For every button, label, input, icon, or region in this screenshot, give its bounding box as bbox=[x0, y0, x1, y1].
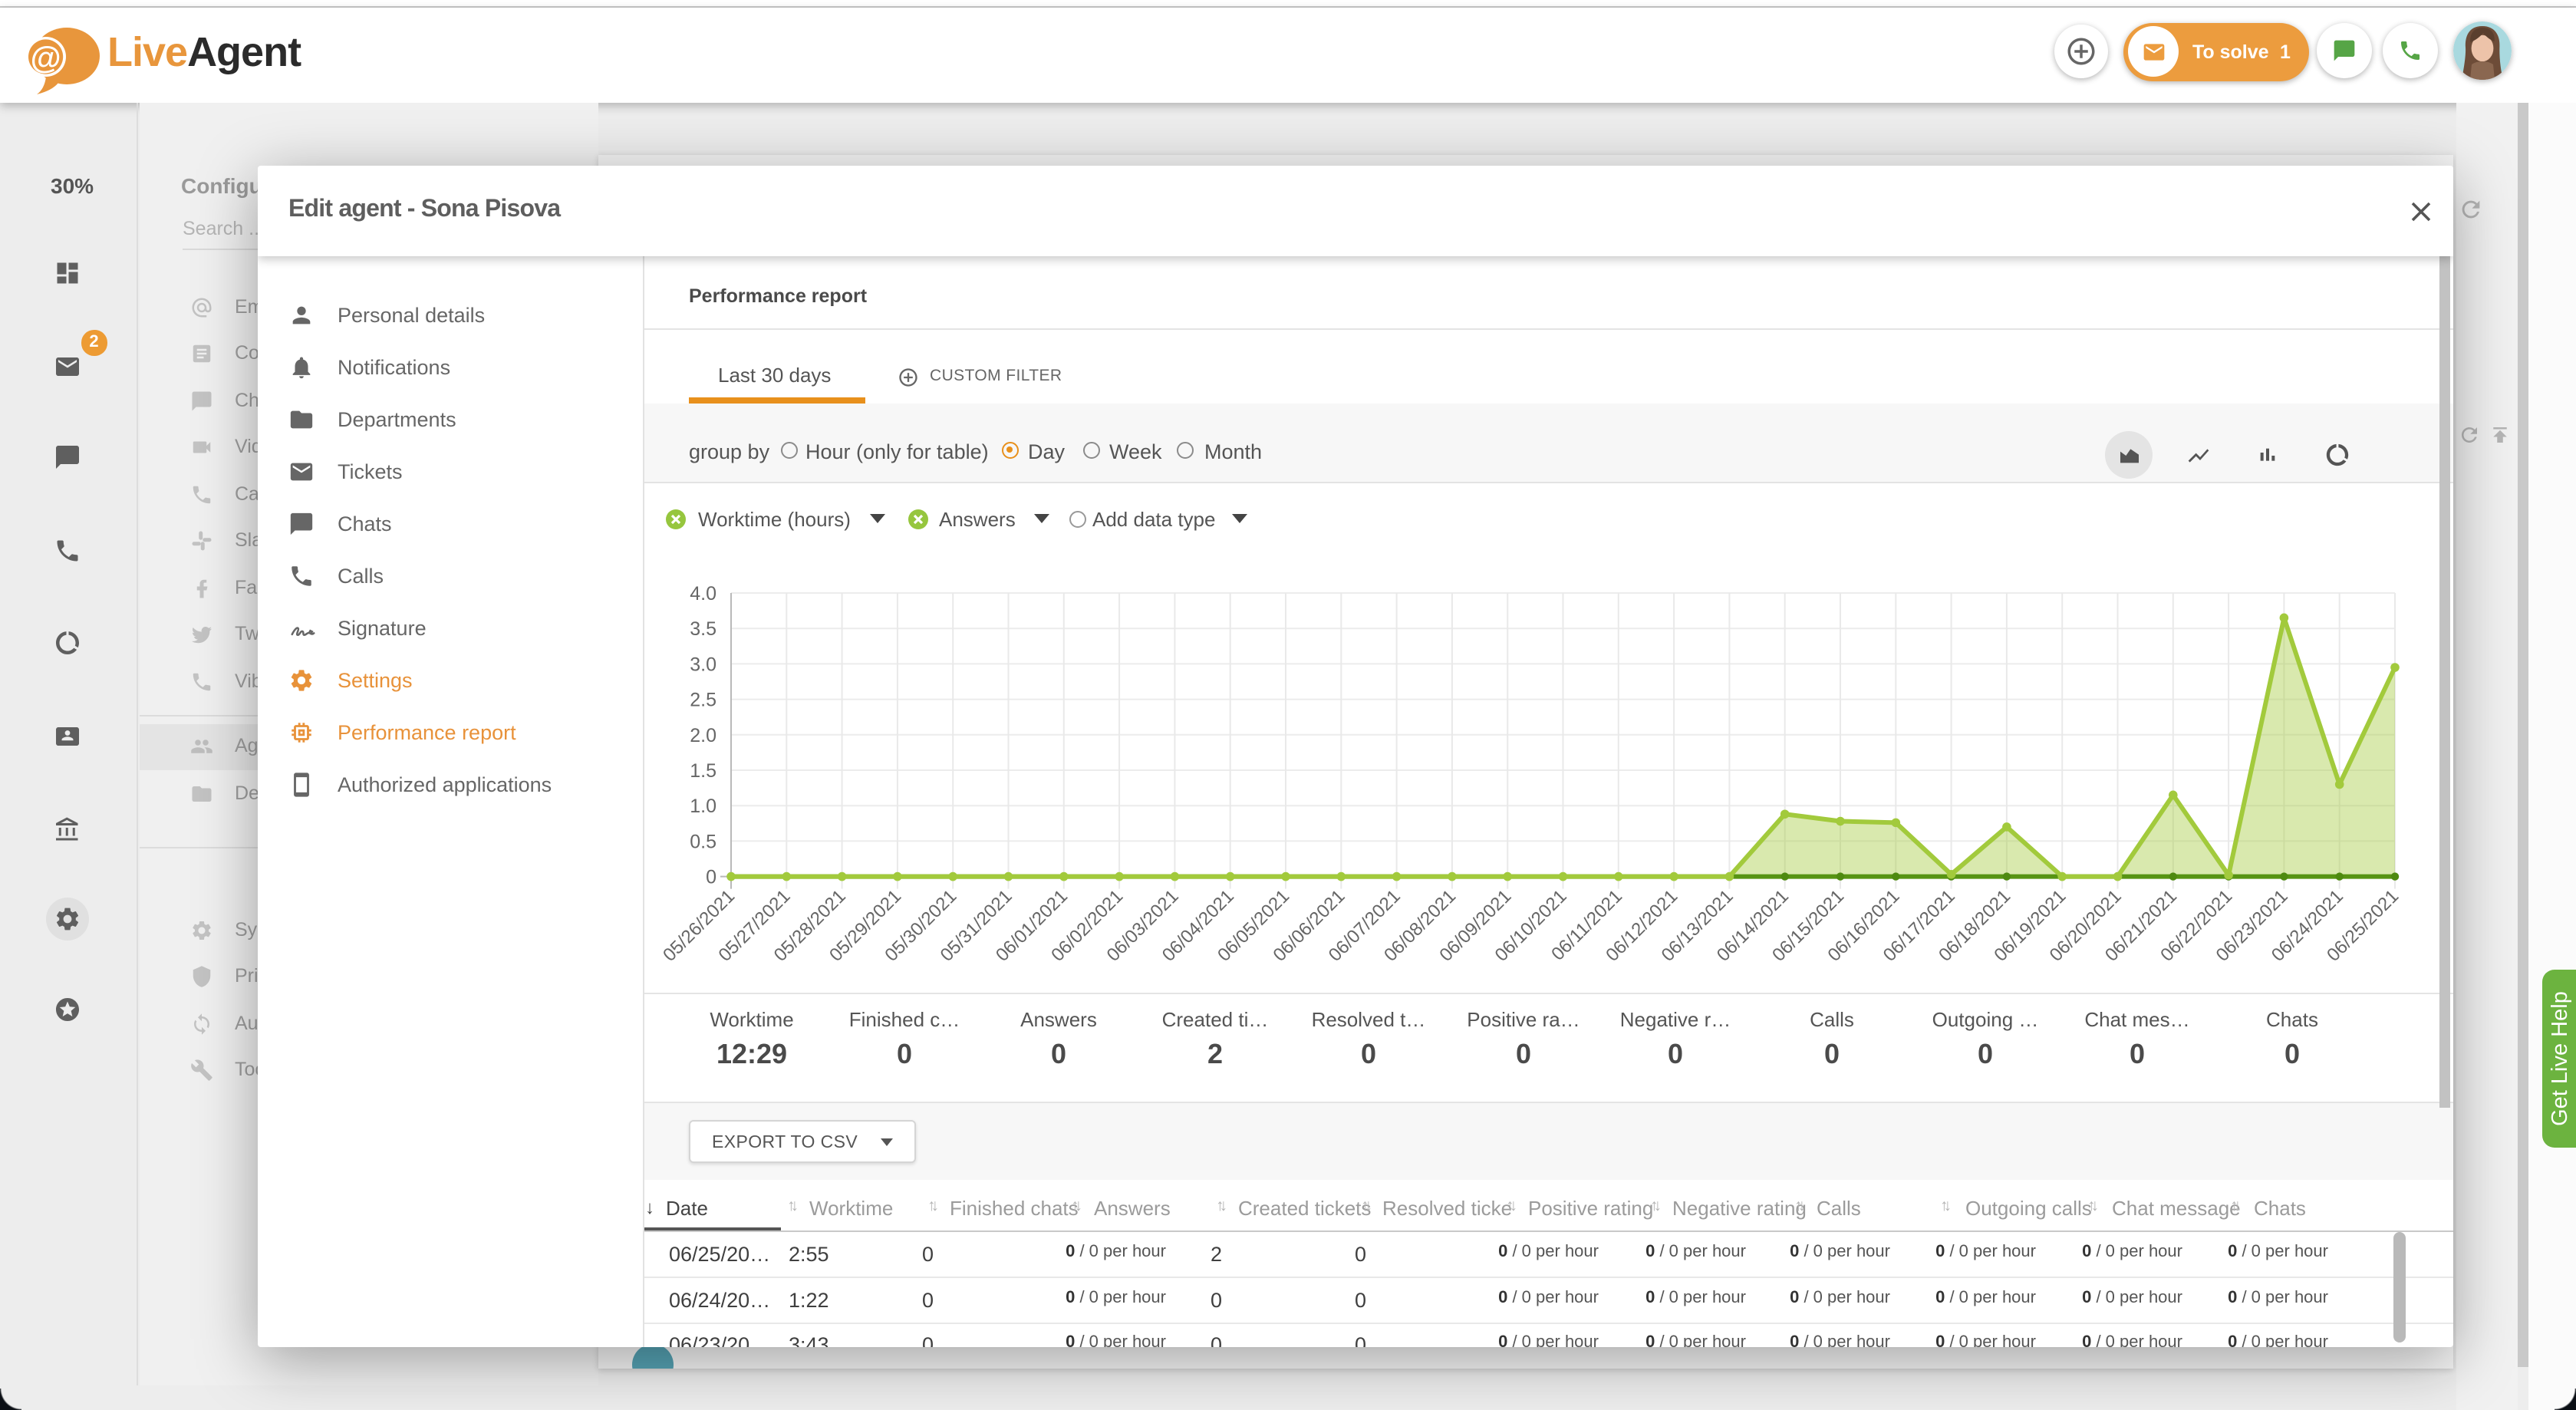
svg-text:0.5: 0.5 bbox=[690, 831, 716, 852]
svg-text:2.5: 2.5 bbox=[690, 690, 716, 711]
svg-text:3.5: 3.5 bbox=[690, 618, 716, 640]
svg-text:0: 0 bbox=[706, 867, 716, 888]
svg-text:1.0: 1.0 bbox=[690, 796, 716, 817]
svg-text:4.0: 4.0 bbox=[690, 583, 716, 605]
svg-text:3.0: 3.0 bbox=[690, 654, 716, 675]
svg-text:2.0: 2.0 bbox=[690, 725, 716, 746]
svg-text:1.5: 1.5 bbox=[690, 760, 716, 782]
svg-text:@: @ bbox=[31, 40, 61, 75]
